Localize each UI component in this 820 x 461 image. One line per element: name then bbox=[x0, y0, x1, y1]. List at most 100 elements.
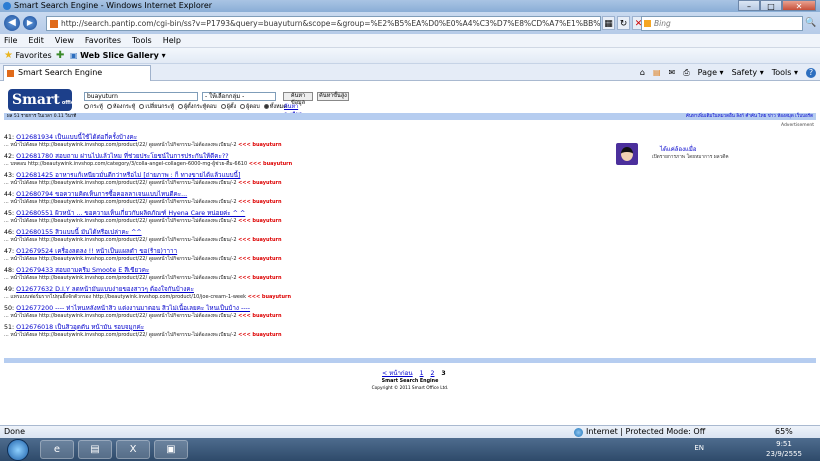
ad-text: เปิดรายการภาพ โดยหมาการ ผลวดีค bbox=[652, 155, 729, 160]
result-snippet: ... หน้าไปดังผล http://beautywink.invsho… bbox=[4, 332, 237, 338]
windows-taskbar: e ▤ X ▣ EN 9:51 23/9/2555 bbox=[0, 438, 820, 461]
menu-help[interactable]: Help bbox=[163, 34, 181, 47]
clock[interactable]: 9:51 23/9/2555 bbox=[764, 439, 804, 459]
bing-search-input[interactable]: Bing bbox=[641, 16, 803, 31]
command-bar: ⌂ ▤ ✉ ⎙ Page ▾ Safety ▾ Tools ▾ ? bbox=[632, 64, 816, 81]
print-icon[interactable]: ⎙ bbox=[683, 68, 689, 78]
result-keyword: <<< buayuturn bbox=[238, 180, 282, 186]
minimize-button[interactable]: – bbox=[738, 0, 760, 11]
maximize-button[interactable]: □ bbox=[760, 0, 782, 11]
result-snippet: ... บทตอบ http://beautywink.invshop.com/… bbox=[4, 161, 248, 167]
group-select[interactable]: - ให้เลือกกลุ่ม - bbox=[202, 92, 276, 101]
sponsored-ad[interactable]: ได้แค่ล้องแมื่อ เปิดรายการภาพ โดยหมาการ … bbox=[614, 143, 729, 165]
smart-logo[interactable]: Smart office bbox=[8, 89, 77, 111]
star-icon: ★ bbox=[4, 50, 13, 61]
radio-option[interactable]: เปลี่ยนกระทู้ bbox=[139, 103, 174, 111]
result-link[interactable]: O12681934 เป็นแบบนี้ใช้ได้ต่อกี่ครั้งบ้า… bbox=[16, 134, 137, 141]
advanced-search-button[interactable]: ค้นหาขั้นสูง bbox=[317, 92, 349, 101]
compat-view-icon[interactable]: ▦ bbox=[602, 16, 615, 30]
prev-page-link[interactable]: < หน้าก่อน bbox=[382, 370, 413, 377]
radio-option[interactable]: ผู้ตั้งกระทู้ตอบ bbox=[177, 103, 217, 111]
app-taskbar-icon[interactable]: ▣ bbox=[154, 440, 188, 459]
menu-file[interactable]: File bbox=[4, 34, 17, 47]
result-summary-bar: ผล 51 รายการ ในเวลา 0.11 วินาที ค้นหาเพิ… bbox=[4, 113, 816, 120]
start-button[interactable] bbox=[7, 439, 29, 461]
safety-menu[interactable]: Safety ▾ bbox=[732, 68, 764, 77]
menu-view[interactable]: View bbox=[55, 34, 74, 47]
menu-bar: File Edit View Favorites Tools Help bbox=[0, 34, 820, 48]
result-keyword: <<< buayuturn bbox=[238, 275, 282, 281]
radio-option[interactable]: ผู้ตอบ bbox=[240, 103, 260, 111]
refresh-icon[interactable]: ↻ bbox=[617, 16, 630, 30]
result-keyword: <<< buayuturn bbox=[238, 313, 282, 319]
result-link[interactable]: O12677200 ---- ท่าไหนหลังหน้าสิว แต่งงาน… bbox=[16, 305, 250, 312]
footer-copyright: Copyright © 2011 Smart Office Ltd. bbox=[371, 386, 449, 391]
result-link[interactable]: O12677632 D.I.Y ลดหน้ามันแบบง่ายของสาวๆ … bbox=[16, 286, 194, 293]
result-keyword: <<< buayuturn bbox=[238, 199, 282, 205]
favorites-button[interactable]: ★ Favorites bbox=[4, 48, 52, 64]
result-link[interactable]: O12676018 เป็นสิวอุดตัน หน้ามัน รอบจมูกค… bbox=[16, 324, 144, 331]
result-keyword: <<< buayuturn bbox=[238, 218, 282, 224]
search-button[interactable]: ค้นหาข้อมูล bbox=[283, 92, 313, 106]
add-favorite-icon[interactable]: ✚ bbox=[56, 48, 64, 64]
tools-menu[interactable]: Tools ▾ bbox=[772, 68, 798, 77]
other-categories-links[interactable]: ค้นหาเพิ่มเติมในหมวดอื่น ลิงก์ คำค้น ไทย… bbox=[686, 113, 813, 120]
list-item: 44: O12680794 ขอความคิดเห็นการซื้อคอลลาเ… bbox=[4, 191, 282, 205]
help-icon[interactable]: ? bbox=[806, 67, 816, 78]
web-slice-gallery-link[interactable]: ▣ Web Slice Gallery ▾ bbox=[70, 48, 166, 64]
favorites-bar: ★ Favorites ✚ ▣ Web Slice Gallery ▾ bbox=[0, 48, 820, 64]
query-input[interactable]: buayuturn bbox=[84, 92, 198, 101]
window-titlebar: Smart Search Engine - Windows Internet E… bbox=[0, 0, 820, 12]
security-zone[interactable]: Internet | Protected Mode: Off bbox=[574, 426, 705, 438]
result-link[interactable]: O12680794 ขอความคิดเห็นการซื้อคอลลาเจนแบ… bbox=[16, 191, 187, 198]
result-keyword: <<< buayuturn bbox=[238, 256, 282, 262]
tab-smart-search[interactable]: Smart Search Engine bbox=[3, 65, 151, 81]
radio-option[interactable]: ผู้ตั้ง bbox=[220, 103, 236, 111]
result-link[interactable]: O12680551 ผิวหน้า ... ขอความเห็นเกี่ยวกั… bbox=[16, 210, 245, 217]
tab-favicon bbox=[7, 70, 14, 77]
menu-tools[interactable]: Tools bbox=[132, 34, 152, 47]
web-slice-icon: ▣ bbox=[70, 51, 78, 60]
status-bar: Done Internet | Protected Mode: Off 65% bbox=[0, 425, 820, 438]
language-indicator[interactable]: EN bbox=[694, 444, 704, 452]
result-link[interactable]: O12680155 สิวแบบนี้ มันได้หรือเปล่าคะ ^^ bbox=[16, 229, 141, 236]
url-text: http://search.pantip.com/cgi-bin/ss?v=P1… bbox=[61, 19, 601, 28]
home-icon[interactable]: ⌂ bbox=[640, 68, 645, 77]
list-item: 41: O12681934 เป็นแบบนี้ใช้ได้ต่อกี่ครั้… bbox=[4, 134, 282, 148]
page-menu[interactable]: Page ▾ bbox=[698, 68, 724, 77]
radio-option[interactable]: ห้องกระทู้ bbox=[106, 103, 135, 111]
feeds-icon[interactable]: ▤ bbox=[653, 68, 661, 77]
back-button[interactable]: ◀ bbox=[4, 15, 20, 31]
scope-radios: กระทู้ ห้องกระทู้ เปลี่ยนกระทู้ ผู้ตั้งก… bbox=[84, 103, 304, 111]
search-go-icon[interactable]: 🔍 bbox=[804, 16, 818, 31]
page-link-1[interactable]: 1 bbox=[420, 370, 424, 377]
menu-edit[interactable]: Edit bbox=[28, 34, 44, 47]
bing-icon bbox=[644, 20, 651, 27]
window-title: Smart Search Engine - Windows Internet E… bbox=[14, 1, 213, 10]
result-snippet: ... หน้าไปดังผล http://beautywink.invsho… bbox=[4, 275, 237, 281]
search-placeholder: Bing bbox=[654, 19, 671, 28]
mail-icon[interactable]: ✉ bbox=[669, 68, 676, 77]
tab-bar: Smart Search Engine ⌂ ▤ ✉ ⎙ Page ▾ Safet… bbox=[0, 64, 820, 81]
result-snippet: ... หน้าไปดังผล http://beautywink.invsho… bbox=[4, 313, 237, 319]
excel-taskbar-icon[interactable]: X bbox=[116, 440, 150, 459]
result-link[interactable]: O12679433 สอบถามครีม Smoote E สีเขียวคะ bbox=[16, 267, 149, 274]
ie-taskbar-icon[interactable]: e bbox=[40, 440, 74, 459]
radio-option[interactable]: กระทู้ bbox=[84, 103, 103, 111]
close-button[interactable]: ✕ bbox=[782, 0, 816, 11]
result-link[interactable]: O12679524 เครื่องลดลง !! หน้าเป็นแผลดำ ข… bbox=[16, 248, 177, 255]
ad-avatar bbox=[616, 143, 638, 165]
result-keyword: <<< buayuturn bbox=[247, 294, 292, 300]
menu-favorites[interactable]: Favorites bbox=[85, 34, 121, 47]
explorer-taskbar-icon[interactable]: ▤ bbox=[78, 440, 112, 459]
current-page: 3 bbox=[441, 370, 446, 377]
pagination: < หน้าก่อน 1 2 3 bbox=[382, 368, 446, 378]
result-link[interactable]: O12681425 อาหารแก้เหนียวมั่นดีกว่าหรือไม… bbox=[16, 172, 240, 179]
list-item: 51: O12676018 เป็นสิวอุดตัน หน้ามัน รอบจ… bbox=[4, 324, 282, 338]
result-link[interactable]: O12681780 สอบถาม ผ่านไปแล้วไหม ที่ช่วยปร… bbox=[16, 153, 228, 160]
result-snippet: ... หน้าไปดังผล http://beautywink.invsho… bbox=[4, 256, 237, 262]
address-input[interactable]: http://search.pantip.com/cgi-bin/ss?v=P1… bbox=[46, 16, 601, 31]
zoom-level[interactable]: 65% bbox=[775, 426, 793, 438]
forward-button[interactable]: ▶ bbox=[23, 16, 37, 30]
page-link-2[interactable]: 2 bbox=[431, 370, 435, 377]
